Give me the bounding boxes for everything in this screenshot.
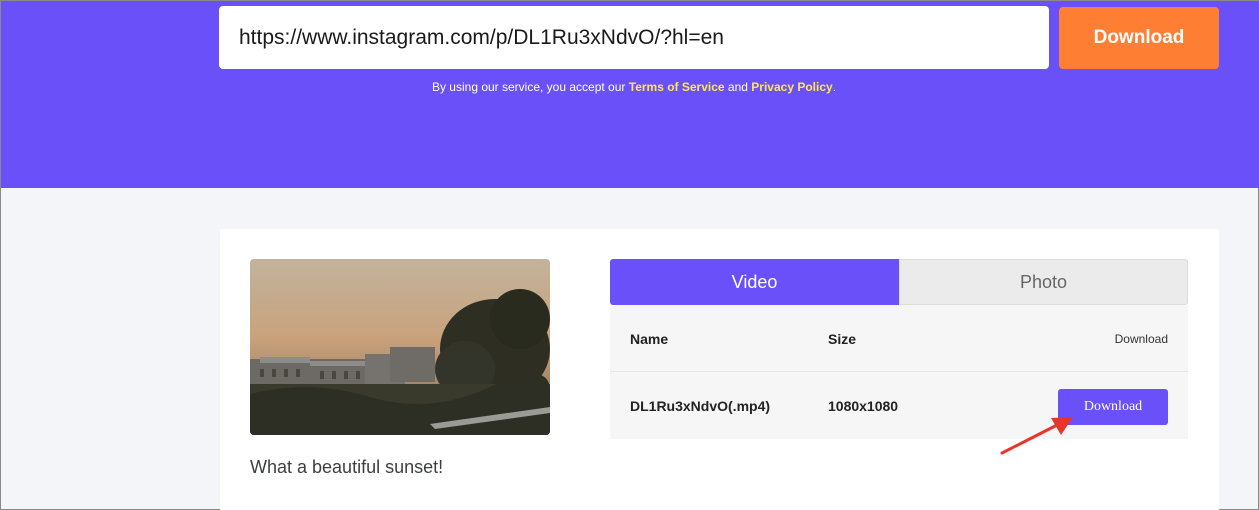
terms-and: and	[727, 80, 748, 94]
privacy-policy-link[interactable]: Privacy Policy	[751, 80, 832, 94]
header-download: Download	[1114, 331, 1168, 346]
download-table: Name Size Download DL1Ru3xNdvO(.mp4) 108…	[610, 305, 1188, 439]
media-thumbnail	[250, 259, 550, 435]
terms-prefix: By using our service, you accept our	[431, 80, 626, 94]
terms-of-service-link[interactable]: Terms of Service	[629, 80, 725, 94]
red-arrow-icon	[1000, 417, 1073, 455]
download-button[interactable]: Download	[1059, 7, 1219, 69]
terms-notice: By using our service, you accept our Ter…	[219, 80, 1049, 94]
file-size: 1080x1080	[828, 397, 899, 414]
table-header-row: Name Size Download	[610, 305, 1188, 372]
header-size: Size	[828, 330, 857, 347]
header-name: Name	[630, 330, 669, 347]
media-tabs: Video Photo	[610, 259, 1188, 305]
media-caption: What a beautiful sunset!	[250, 457, 444, 477]
table-row: DL1Ru3xNdvO(.mp4) 1080x1080 Download	[610, 372, 1188, 439]
url-input[interactable]	[219, 6, 1049, 69]
tab-video[interactable]: Video	[610, 259, 899, 305]
terms-suffix: .	[832, 80, 837, 94]
tab-photo[interactable]: Photo	[899, 259, 1188, 305]
file-name: DL1Ru3xNdvO(.mp4)	[630, 397, 771, 414]
sunset-thumbnail-image	[250, 259, 550, 435]
